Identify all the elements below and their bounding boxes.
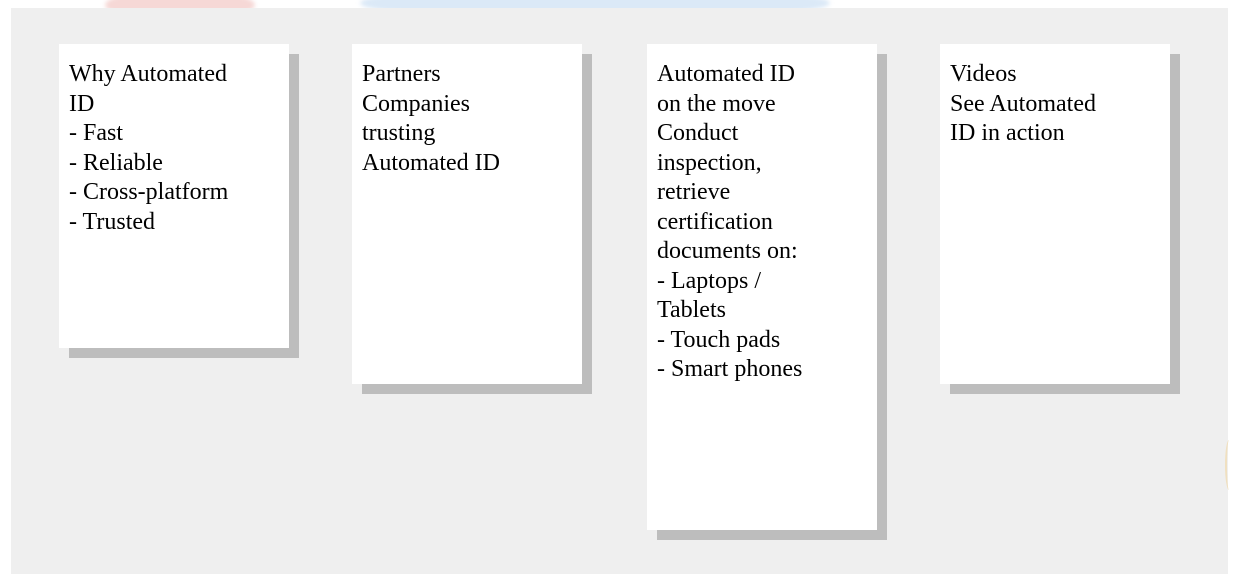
card-body: Automated ID on the move Conduct inspect… [647,44,877,530]
card-list-item: - Smart phones [657,356,803,382]
content-panel: Why Automated ID - Fast - Reliable - Cro… [11,8,1228,574]
card-text-line: Companies [362,90,470,117]
card-body: Why Automated ID - Fast - Reliable - Cro… [59,44,289,348]
card-body: Partners Companies trusting Automated ID [352,44,582,384]
card-list-item: Tablets [657,297,726,323]
card-text-line: ID in action [950,120,1065,146]
card-text-line: inspection, [657,149,762,176]
card-title-line: ID [69,90,95,117]
card-list-item: - Reliable [69,149,163,176]
card-title-line: on the move [657,90,776,117]
page: Why Automated ID - Fast - Reliable - Cro… [0,0,1233,578]
card-list-item: - Fast [69,120,123,146]
card-text-line: Conduct [657,120,739,146]
card-text-line: See Automated [950,90,1096,117]
card-text-line: trusting [362,120,436,146]
card-list-item: - Trusted [69,208,156,235]
card-title-line: Automated ID [657,61,795,87]
card-list-item: - Laptops / [657,267,761,294]
card-text-line: retrieve [657,179,731,205]
background-decoration [1225,440,1233,490]
card-list-item: - Touch pads [657,326,781,353]
card-body: Videos See Automated ID in action [940,44,1170,384]
card-text-line: Automated ID [362,149,500,176]
card-text-line: certification [657,208,773,235]
card-title-line: Videos [950,61,1017,87]
card-text-line: documents on: [657,238,798,264]
card-title-line: Partners [362,61,441,87]
card-list-item: - Cross-platform [69,179,229,205]
card-title-line: Why Automated [69,61,227,87]
